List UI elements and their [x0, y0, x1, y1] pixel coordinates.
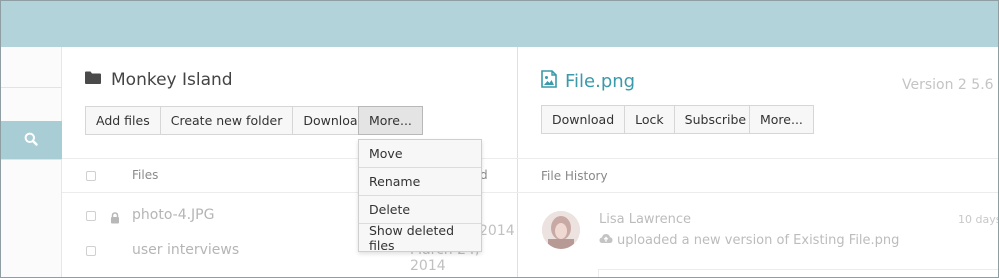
cloud-upload-icon [599, 233, 613, 248]
download-button[interactable]: Download [542, 106, 625, 133]
left-sidebar-strip [0, 47, 62, 278]
more-button[interactable]: More... [358, 106, 423, 135]
lock-button[interactable]: Lock [624, 106, 674, 133]
avatar [542, 211, 580, 249]
comment-box-edge [598, 269, 999, 278]
search-icon [24, 131, 38, 150]
divider [518, 158, 999, 159]
file-heading: File.png [541, 69, 635, 93]
files-column-header[interactable]: Files [132, 168, 158, 182]
lock-icon [110, 209, 120, 228]
history-action-text: uploaded a new version of Existing File.… [617, 233, 900, 248]
row-checkbox[interactable] [86, 246, 96, 256]
subscribe-button[interactable]: Subscribe [673, 106, 757, 133]
folder-toolbar: Add files Create new folder Download [85, 106, 377, 135]
select-all-checkbox[interactable] [86, 171, 96, 181]
image-file-icon [541, 69, 557, 93]
history-user-name[interactable]: Lisa Lawrence [599, 212, 691, 227]
file-toolbar: Download Lock Subscribe [541, 105, 758, 134]
menu-item-rename[interactable]: Rename [359, 168, 481, 196]
menu-item-show-deleted-files[interactable]: Show deleted files [359, 223, 481, 253]
more-dropdown-menu: Move Rename Delete Show deleted files [358, 139, 482, 253]
file-name[interactable]: user interviews [132, 242, 239, 258]
folder-title: Monkey Island [111, 70, 233, 90]
history-action: uploaded a new version of Existing File.… [599, 233, 899, 248]
version-label: Version 2 5.6 [902, 77, 994, 93]
file-title[interactable]: File.png [565, 71, 635, 92]
search-button[interactable] [0, 121, 62, 159]
file-history-label: File History [541, 169, 608, 183]
add-files-button[interactable]: Add files [86, 107, 160, 134]
divider [518, 192, 999, 193]
create-new-folder-button[interactable]: Create new folder [159, 107, 293, 134]
folder-heading: Monkey Island [84, 69, 233, 91]
row-checkbox[interactable] [86, 211, 96, 221]
menu-item-delete[interactable]: Delete [359, 196, 481, 224]
file-date: , 2014 [479, 207, 515, 239]
folder-icon [84, 70, 102, 90]
file-name[interactable]: photo-4.JPG [132, 207, 214, 223]
divider [0, 87, 62, 88]
more-button[interactable]: More... [749, 105, 814, 134]
file-detail-panel: File.png Version 2 5.6 Download Lock Sub… [518, 47, 999, 278]
divider [0, 159, 62, 160]
history-time: 10 days [958, 213, 999, 226]
menu-item-move[interactable]: Move [359, 140, 481, 168]
